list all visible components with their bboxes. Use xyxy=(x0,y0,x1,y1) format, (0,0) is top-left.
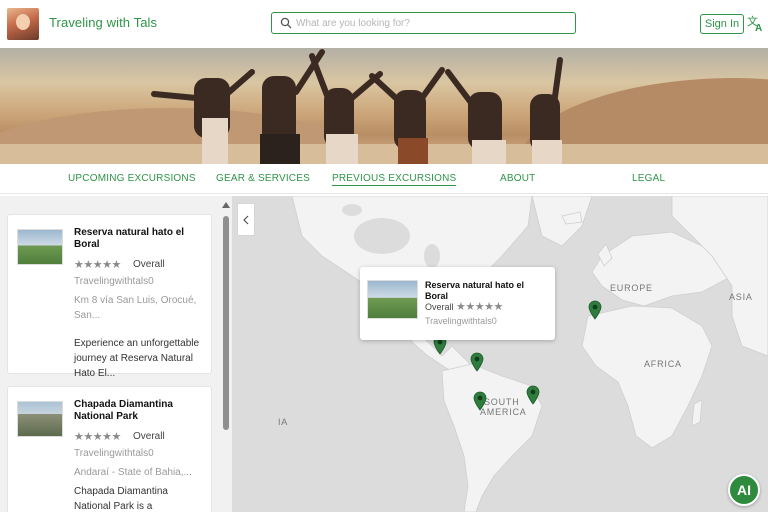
world-map[interactable]: EUROPE ASIA AFRICA SOUTH AMERICA IA xyxy=(232,196,768,512)
nav-gear-services[interactable]: GEAR & SERVICES xyxy=(216,173,310,184)
map-pin-icon[interactable] xyxy=(526,385,540,405)
popup-author: Travelingwithtals0 xyxy=(425,316,497,326)
listing-address: Km 8 vía San Luis, Orocué, San... xyxy=(74,295,197,321)
nav-about[interactable]: ABOUT xyxy=(500,173,535,184)
map-pin-icon[interactable] xyxy=(588,300,602,320)
listing-author: Travelingwithtals0 xyxy=(74,276,154,287)
listing-card[interactable]: Chapada Diamantina National Park ★★★★★ O… xyxy=(7,386,212,512)
listing-thumbnail[interactable] xyxy=(17,401,63,437)
popup-rating-stars: ★★★★★ xyxy=(456,301,503,313)
sidebar-scrollbar[interactable] xyxy=(220,196,232,512)
sign-in-button[interactable]: Sign In xyxy=(700,14,744,34)
chevron-left-icon xyxy=(243,215,249,224)
rating-label: Overall xyxy=(133,259,165,270)
map-label-europe: EUROPE xyxy=(610,283,653,293)
hero-photo-people xyxy=(151,49,563,164)
listing-title[interactable]: Chapada Diamantina National Park xyxy=(74,399,209,423)
map-label-south: SOUTH xyxy=(484,397,520,407)
listing-description: Experience an unforgettable journey at R… xyxy=(74,338,200,379)
scroll-thumb[interactable] xyxy=(223,216,229,430)
listing-address: Andaraí - State of Bahia,... xyxy=(74,467,192,478)
rating-stars: ★★★★★ xyxy=(74,431,121,443)
popup-thumbnail[interactable] xyxy=(367,280,418,319)
nav-upcoming-excursions[interactable]: UPCOMING EXCURSIONS xyxy=(68,173,196,184)
main-nav: UPCOMING EXCURSIONS GEAR & SERVICES PREV… xyxy=(0,164,768,194)
map-label-asia: ASIA xyxy=(729,292,753,302)
brand-title[interactable]: Traveling with Tals xyxy=(49,15,157,30)
listing-title[interactable]: Reserva natural hato el Boral xyxy=(74,227,209,251)
search-bar[interactable] xyxy=(271,12,576,34)
header: Traveling with Tals Sign In 文 A xyxy=(0,0,768,48)
search-input[interactable] xyxy=(296,17,566,29)
popup-title[interactable]: Reserva natural hato el Boral xyxy=(425,280,545,302)
avatar[interactable] xyxy=(7,8,39,40)
collapse-sidebar-button[interactable] xyxy=(237,203,255,236)
search-icon xyxy=(276,13,296,33)
listing-description: Chapada Diamantina National Park is a br… xyxy=(74,486,168,512)
popup-rating-label: Overall xyxy=(425,302,454,312)
map-landmasses xyxy=(291,196,768,512)
map-label-fragment: IA xyxy=(278,417,289,427)
listing-author: Travelingwithtals0 xyxy=(74,448,154,459)
nav-previous-excursions[interactable]: PREVIOUS EXCURSIONS xyxy=(332,173,457,186)
translate-icon[interactable]: 文 A xyxy=(747,14,765,34)
nav-legal[interactable]: LEGAL xyxy=(632,173,665,184)
rating-label: Overall xyxy=(133,431,165,442)
listing-sidebar: Reserva natural hato el Boral ★★★★★ Over… xyxy=(0,196,232,512)
map-pin-icon[interactable] xyxy=(473,391,487,411)
ai-assistant-button[interactable]: AI xyxy=(728,474,760,506)
map-label-africa: AFRICA xyxy=(644,359,682,369)
scroll-up-arrow-icon[interactable] xyxy=(222,202,230,208)
map-pin-icon[interactable] xyxy=(470,352,484,372)
rating-stars: ★★★★★ xyxy=(74,259,121,271)
listing-card[interactable]: Reserva natural hato el Boral ★★★★★ Over… xyxy=(7,214,212,379)
listing-thumbnail[interactable] xyxy=(17,229,63,265)
map-popup[interactable]: Reserva natural hato el Boral Overall ★★… xyxy=(360,267,555,340)
hero-banner xyxy=(0,48,768,164)
svg-text:A: A xyxy=(755,23,762,32)
